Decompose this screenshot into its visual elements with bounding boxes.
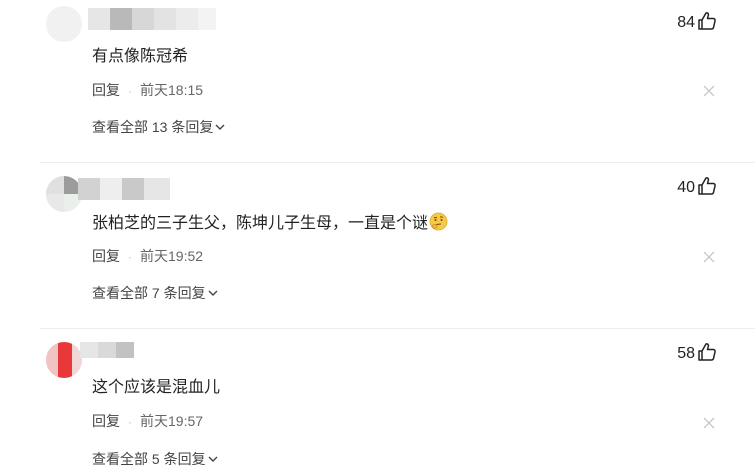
- like-count: 58: [677, 345, 695, 362]
- chevron-down-icon: [208, 283, 218, 301]
- view-all-label: 查看全部 7 条回复: [92, 285, 206, 301]
- comment-text: 这个应该是混血儿: [92, 379, 221, 396]
- comment-meta: 回复 · 前天19:57: [92, 412, 203, 431]
- separator-dot: ·: [128, 415, 132, 429]
- thinking-face-emoji: [429, 212, 448, 237]
- view-all-replies-button[interactable]: 查看全部 13 条回复: [92, 117, 225, 136]
- chevron-down-icon: [215, 117, 225, 135]
- separator-dot: ·: [128, 84, 132, 98]
- separator-dot: ·: [128, 250, 132, 264]
- view-all-label: 查看全部 13 条回复: [92, 119, 214, 135]
- avatar[interactable]: [46, 176, 82, 212]
- thumbs-up-icon: [697, 342, 717, 367]
- view-all-replies-button[interactable]: 查看全部 7 条回复: [92, 283, 218, 302]
- like-count: 40: [677, 179, 695, 196]
- like-button[interactable]: 84: [677, 11, 717, 36]
- username-blurred[interactable]: [80, 342, 134, 358]
- view-all-label: 查看全部 5 条回复: [92, 451, 206, 467]
- timestamp: 前天19:57: [140, 413, 204, 429]
- timestamp: 前天18:15: [140, 82, 204, 98]
- chevron-down-icon: [208, 449, 218, 467]
- timestamp: 前天19:52: [140, 248, 204, 264]
- username-blurred[interactable]: [88, 8, 216, 30]
- like-button[interactable]: 58: [677, 342, 717, 367]
- username-blurred[interactable]: [78, 178, 170, 200]
- comment-text: 张柏芝的三子生父，陈坤儿子生母，一直是个谜: [92, 212, 448, 237]
- reply-button[interactable]: 回复: [92, 82, 120, 98]
- thumbs-up-icon: [697, 176, 717, 201]
- reply-button[interactable]: 回复: [92, 413, 120, 429]
- close-icon[interactable]: [703, 416, 715, 429]
- divider: [40, 328, 755, 329]
- close-icon[interactable]: [703, 84, 715, 97]
- like-button[interactable]: 40: [677, 176, 717, 201]
- avatar[interactable]: [46, 342, 82, 378]
- comment-text: 有点像陈冠希: [92, 48, 189, 65]
- avatar[interactable]: [46, 6, 82, 42]
- comment-meta: 回复 · 前天18:15: [92, 81, 203, 100]
- comment-text-content: 张柏芝的三子生父，陈坤儿子生母，一直是个谜: [92, 215, 429, 232]
- like-count: 84: [677, 14, 695, 31]
- divider: [40, 162, 755, 163]
- comment-meta: 回复 · 前天19:52: [92, 247, 203, 266]
- close-icon[interactable]: [703, 250, 715, 263]
- thumbs-up-icon: [697, 11, 717, 36]
- reply-button[interactable]: 回复: [92, 248, 120, 264]
